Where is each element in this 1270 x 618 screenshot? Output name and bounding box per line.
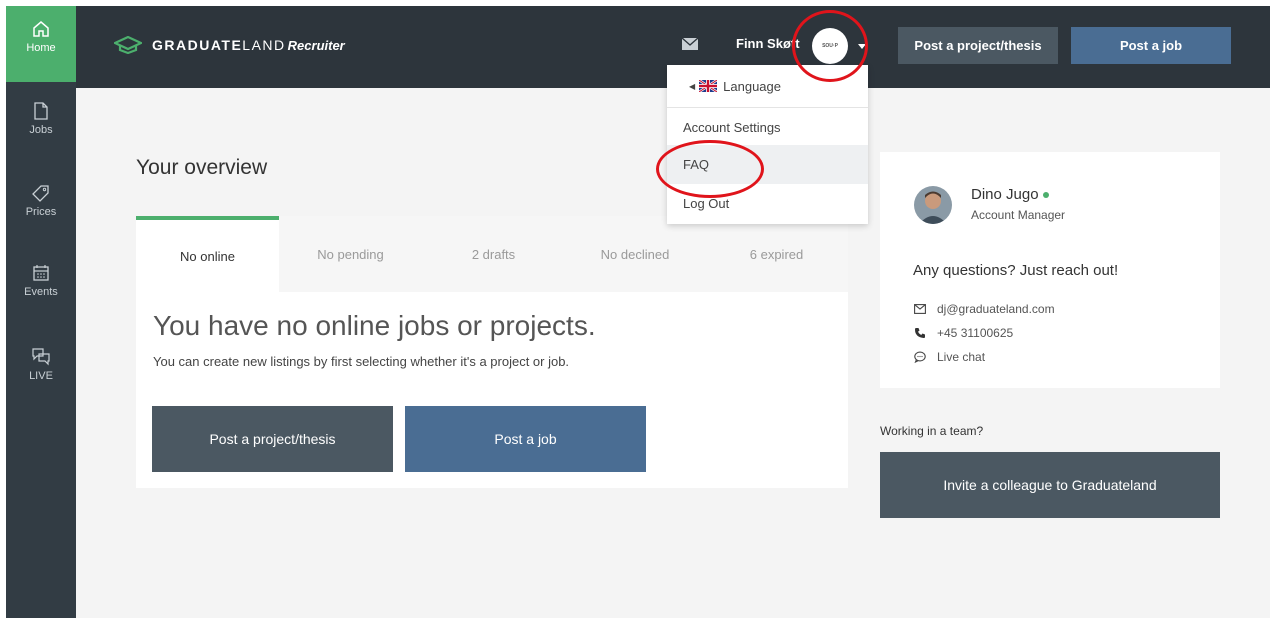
sidebar-item-label: Jobs [29,124,53,136]
team-label: Working in a team? [880,424,984,438]
uk-flag-icon [699,80,718,92]
chat-icon [914,351,926,363]
tab-expired[interactable]: 6 expired [705,216,848,292]
sidebar-item-label: Home [26,42,56,54]
sidebar-item-label: Events [24,286,58,298]
avatar-logo: SOU·P [822,43,838,49]
brand-subtitle: Recruiter [287,37,345,53]
menu-item-account-settings[interactable]: Account Settings [667,108,868,147]
app-frame: Home Jobs Prices Events LIVE GRADUATELAN… [6,6,1270,618]
status-tabs: No online No pending 2 drafts No decline… [136,216,848,292]
calendar-icon [33,265,49,281]
sidebar-item-prices[interactable]: Prices [6,184,76,234]
header-post-project-button[interactable]: Post a project/thesis [898,27,1058,64]
sidebar-item-home[interactable]: Home [6,6,76,82]
menu-item-logout[interactable]: Log Out [667,184,868,223]
envelope-icon [914,304,926,314]
home-icon [33,21,49,37]
empty-state-title: You have no online jobs or projects. [153,310,596,341]
menu-item-language[interactable]: ◀ Language [667,65,868,108]
manager-photo-icon [914,186,952,224]
sidebar-item-label: Prices [25,206,57,218]
empty-state-description: You can create new listings by first sel… [153,354,570,369]
user-name[interactable]: Finn Skøtt [736,36,800,51]
menu-item-faq[interactable]: FAQ [667,145,868,184]
account-dropdown-menu: ◀ Language Account Settings FAQ Log Out [667,65,868,224]
chevron-down-icon[interactable] [858,44,866,49]
post-job-button[interactable]: Post a job [405,406,646,472]
contact-live-chat[interactable]: Live chat [913,350,985,364]
tab-pending[interactable]: No pending [279,216,422,292]
contact-email[interactable]: dj@graduateland.com [913,302,1055,316]
page-title: Your overview [136,156,268,179]
phone-icon [915,328,925,338]
manager-name: Dino Jugo [971,186,1049,203]
sidebar-item-live[interactable]: LIVE [6,346,76,396]
brand-name: GRADUATELAND [152,37,286,53]
tab-drafts[interactable]: 2 drafts [422,216,565,292]
tab-online[interactable]: No online [136,216,279,292]
overview-panel: You have no online jobs or projects. You… [136,292,848,488]
avatar[interactable]: SOU·P [812,28,848,64]
questions-heading: Any questions? Just reach out! [913,262,1119,279]
graduateland-logo[interactable]: GRADUATELAND Recruiter [114,34,345,56]
sidebar-item-events[interactable]: Events [6,264,76,314]
sidebar-item-label: LIVE [29,370,53,382]
invite-colleague-button[interactable]: Invite a colleague to Graduateland [880,452,1220,518]
post-project-button[interactable]: Post a project/thesis [152,406,393,472]
sidebar-item-jobs[interactable]: Jobs [6,102,76,152]
graduation-cap-icon [114,36,142,54]
account-manager-card: Dino Jugo Account Manager Any questions?… [880,152,1220,388]
tab-declined[interactable]: No declined [565,216,705,292]
manager-role: Account Manager [971,208,1066,222]
header-post-job-button[interactable]: Post a job [1071,27,1231,64]
tag-icon [32,185,49,202]
document-icon [34,102,48,120]
chat-bubbles-icon [32,348,50,366]
mail-icon[interactable] [682,38,698,50]
manager-avatar [914,186,952,224]
online-status-dot [1042,192,1049,199]
contact-phone[interactable]: +45 31100625 [913,326,1013,340]
sidebar: Home Jobs Prices Events LIVE [6,6,76,618]
chevron-left-icon: ◀ [689,81,696,91]
